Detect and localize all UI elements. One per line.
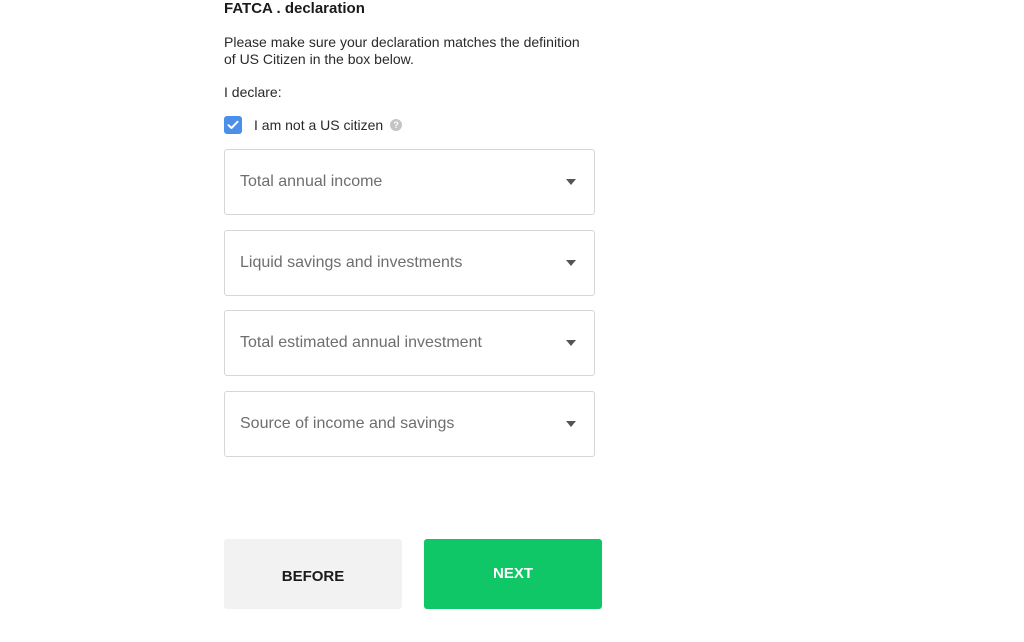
chevron-down-icon [566, 260, 576, 266]
chevron-down-icon [566, 421, 576, 427]
declare-label: I declare: [224, 84, 282, 100]
liquid-savings-select[interactable]: Liquid savings and investments [224, 230, 595, 296]
checkmark-icon [227, 120, 239, 129]
intro-text: Please make sure your declaration matche… [224, 34, 580, 67]
select-label: Total annual income [240, 173, 383, 190]
select-label: Total estimated annual investment [240, 334, 482, 351]
next-button[interactable]: NEXT [424, 539, 602, 609]
chevron-down-icon [566, 340, 576, 346]
select-label: Liquid savings and investments [240, 254, 463, 271]
section-title: FATCA . declaration [224, 0, 365, 17]
us-citizen-label[interactable]: I am not a US citizen [254, 117, 383, 133]
chevron-down-icon [566, 179, 576, 185]
page: FATCA . declaration Please make sure you… [0, 0, 1024, 642]
question-mark-icon[interactable]: ? [390, 118, 403, 131]
us-citizen-checkbox[interactable] [224, 115, 242, 134]
source-of-income-select[interactable]: Source of income and savings [224, 391, 595, 457]
estimated-annual-investment-select[interactable]: Total estimated annual investment [224, 310, 595, 376]
total-annual-income-select[interactable]: Total annual income [224, 149, 595, 215]
us-citizen-checkbox-row: I am not a US citizen ? [224, 115, 403, 134]
before-button[interactable]: BEFORE [224, 539, 402, 609]
select-label: Source of income and savings [240, 415, 455, 432]
